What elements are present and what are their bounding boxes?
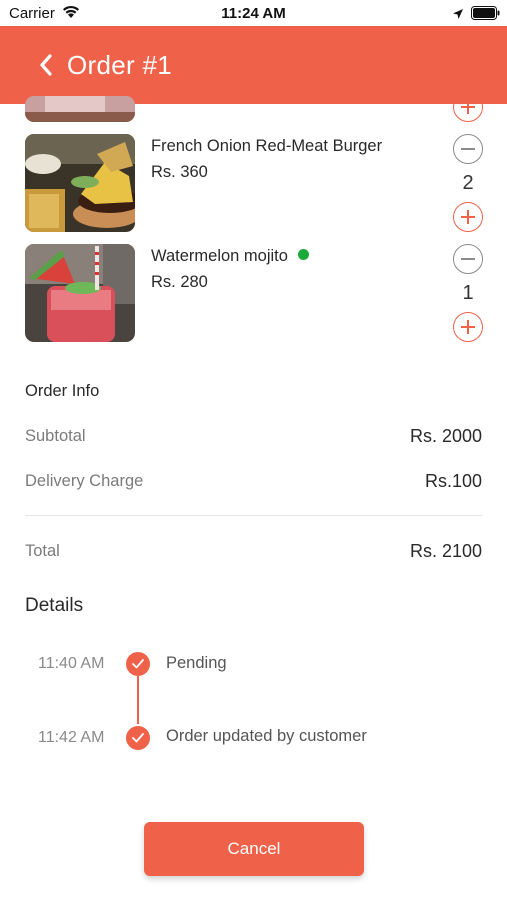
- location-arrow-icon: [452, 7, 464, 25]
- increase-quantity-button[interactable]: [453, 202, 483, 232]
- quantity-value: 2: [462, 172, 474, 194]
- nav-bar: Order #1: [0, 26, 507, 104]
- quantity-value: 1: [462, 282, 474, 304]
- back-button[interactable]: [30, 48, 62, 82]
- veg-indicator-icon: [297, 249, 309, 260]
- timeline-time: 11:40 AM: [38, 655, 105, 672]
- clock: 11:24 AM: [221, 5, 286, 22]
- decrease-quantity-button[interactable]: [453, 134, 483, 164]
- timeline-status: Pending: [166, 654, 227, 672]
- battery-icon: [471, 6, 500, 25]
- timeline-status: Order updated by customer: [166, 727, 367, 745]
- item-image-burger: [25, 134, 135, 232]
- cancel-button[interactable]: Cancel: [144, 822, 364, 876]
- increase-quantity-button[interactable]: [453, 312, 483, 342]
- total-label: Total: [25, 542, 60, 560]
- status-bar: Carrier 11:24 AM: [0, 0, 507, 26]
- item-price: Rs. 360: [151, 163, 208, 181]
- chevron-left-icon: [40, 54, 52, 76]
- increase-quantity-button-previous[interactable]: [453, 92, 483, 122]
- subtotal-value: Rs. 2000: [409, 426, 482, 446]
- item-name: French Onion Red-Meat Burger: [151, 137, 383, 155]
- delivery-charge-label: Delivery Charge: [25, 472, 144, 490]
- item-image-previous: [25, 96, 135, 122]
- delivery-charge-value: Rs.100: [424, 471, 482, 491]
- decrease-quantity-button[interactable]: [453, 244, 483, 274]
- check-icon: [126, 652, 150, 676]
- item-name: Watermelon mojito: [151, 247, 309, 266]
- check-icon: [126, 726, 150, 750]
- order-info-title: Order Info: [25, 382, 100, 400]
- item-image-mojito: [25, 244, 135, 342]
- page-title: Order #1: [67, 50, 173, 80]
- timeline-connector: [137, 676, 139, 724]
- timeline-time: 11:42 AM: [38, 729, 105, 746]
- item-name-text: Watermelon mojito: [151, 247, 288, 265]
- subtotal-label: Subtotal: [25, 427, 86, 445]
- item-price: Rs. 280: [151, 273, 208, 291]
- divider: [25, 515, 483, 516]
- total-value: Rs. 2100: [409, 541, 482, 561]
- details-title: Details: [25, 595, 84, 616]
